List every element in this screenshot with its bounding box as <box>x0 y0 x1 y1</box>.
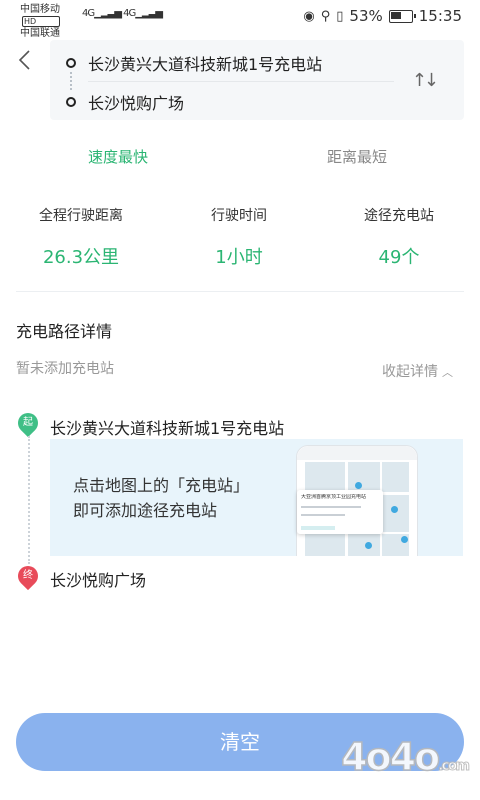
stat-distance: 全程行驶距离 26.3公里 <box>18 205 144 269</box>
stat-stations-label: 途径充电站 <box>364 208 434 224</box>
chevron-up-icon: ︿ <box>442 366 453 379</box>
signal-icons: 4G▁▂▃▅ 4G▁▂▃▅ <box>82 8 163 19</box>
route-tabs: 速度最快 距离最短 <box>0 140 480 172</box>
end-pin-icon: 终 <box>13 561 43 591</box>
collapse-label: 收起详情 <box>382 364 438 380</box>
path-connector <box>28 436 30 564</box>
route-connector <box>70 72 74 90</box>
start-pin-text: 起 <box>23 417 33 428</box>
network-type-1: 4G <box>82 8 95 19</box>
section-title: 充电路径详情 <box>16 322 113 341</box>
collapse-details-button[interactable]: 收起详情 ︿ <box>382 361 453 381</box>
clock: 15:35 <box>418 7 462 25</box>
origin-label: 长沙黄兴大道科技新城1号充电站 <box>88 55 323 74</box>
empty-hint: 暂未添加充电站 <box>16 361 114 377</box>
carrier-info: 中国移动 HD 中国联通 <box>20 3 60 40</box>
promo-line-2: 即可添加途径充电站 <box>73 501 218 520</box>
end-stop-label: 长沙悦购广场 <box>50 571 147 590</box>
route-divider <box>88 81 394 82</box>
eye-icon: ◉ <box>303 8 315 24</box>
chevron-left-icon <box>18 50 30 70</box>
network-type-2: 4G <box>123 8 136 19</box>
origin-row[interactable]: 长沙黄兴大道科技新城1号充电站 <box>66 51 322 75</box>
status-right: ◉ ⚲ ▯ 53% 15:35 <box>303 7 462 25</box>
stat-time-value: 1小时 <box>215 247 263 268</box>
signal-icon-2: ▁▂▃▅ <box>135 8 163 19</box>
destination-dot-icon <box>66 97 76 107</box>
end-pin-text: 终 <box>23 570 33 581</box>
start-stop-label: 长沙黄兴大道科技新城1号充电站 <box>50 419 285 438</box>
add-station-hint-banner: 点击地图上的「充电站」 即可添加途径充电站 大亚洲首腾京顶工业园充电站 <box>50 439 463 556</box>
station-marker-icon <box>401 536 408 543</box>
carrier-2: 中国联通 <box>20 28 60 39</box>
stat-stations: 途径充电站 49个 <box>336 205 462 269</box>
station-marker-icon <box>355 482 362 489</box>
stat-stations-value: 49个 <box>378 247 420 268</box>
tab-shortest[interactable]: 距离最短 <box>327 146 387 167</box>
location-icon: ⚲ <box>320 8 331 24</box>
station-marker-icon <box>391 506 398 513</box>
tab-fastest[interactable]: 速度最快 <box>88 146 148 167</box>
destination-label: 长沙悦购广场 <box>88 94 185 113</box>
route-panel: 长沙黄兴大道科技新城1号充电站 长沙悦购广场 ↑↓ <box>50 40 464 120</box>
station-card-title: 大亚洲首腾京顶工业园充电站 <box>301 494 367 500</box>
vibrate-icon: ▯ <box>336 8 344 24</box>
section-divider <box>16 291 464 292</box>
station-marker-icon <box>365 542 372 549</box>
stat-time: 行驶时间 1小时 <box>176 205 302 269</box>
watermark-suffix: .com <box>438 758 471 775</box>
battery-percent: 53% <box>349 7 383 25</box>
promo-line-1: 点击地图上的「充电站」 <box>73 476 250 495</box>
signal-icon: ▁▂▃▅ <box>94 8 122 19</box>
swap-vertical-icon[interactable]: ↑↓ <box>412 70 439 91</box>
watermark-logo: 4o4o.com <box>340 734 471 780</box>
stat-time-label: 行驶时间 <box>211 208 267 224</box>
stat-distance-label: 全程行驶距离 <box>39 208 123 224</box>
origin-dot-icon <box>66 58 76 68</box>
start-pin-icon: 起 <box>13 408 43 438</box>
station-card-illustration: 大亚洲首腾京顶工业园充电站 <box>297 490 383 534</box>
promo-text: 点击地图上的「充电站」 即可添加途径充电站 <box>73 473 249 523</box>
back-button[interactable] <box>14 48 38 72</box>
destination-row[interactable]: 长沙悦购广场 <box>66 90 184 114</box>
carrier-1: 中国移动 <box>20 4 60 15</box>
stat-distance-value: 26.3公里 <box>42 247 120 268</box>
watermark-text: 4o4o <box>340 734 441 780</box>
phone-illustration: 大亚洲首腾京顶工业园充电站 <box>296 445 418 556</box>
map-illustration: 大亚洲首腾京顶工业园充电站 <box>297 462 409 556</box>
battery-icon <box>388 9 416 23</box>
status-bar: 中国移动 HD 中国联通 4G▁▂▃▅ 4G▁▂▃▅ ◉ ⚲ ▯ 53% 15:3… <box>0 0 480 39</box>
hd-badge: HD <box>22 16 60 27</box>
